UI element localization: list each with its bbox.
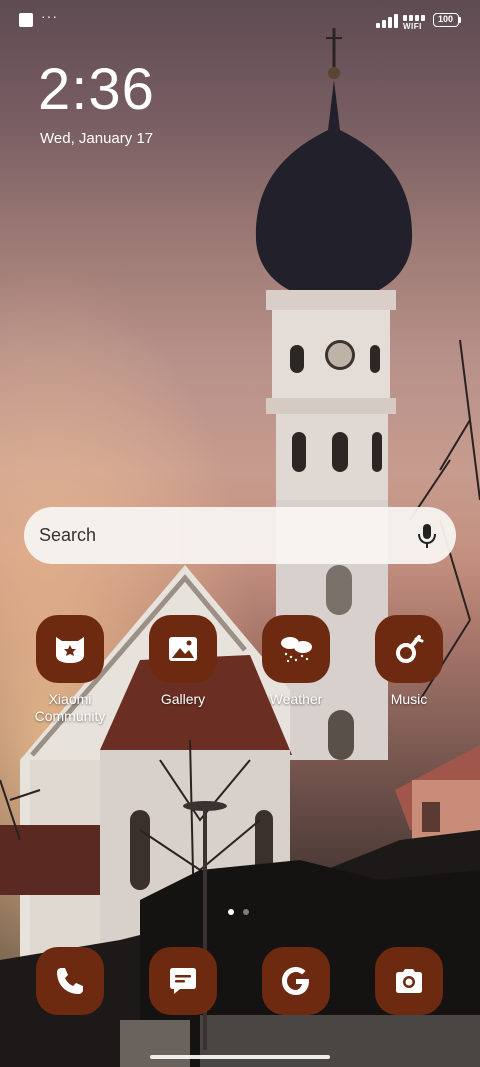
clock-date[interactable]: Wed, January 17 <box>40 130 153 147</box>
wifi-icon: WIFI <box>403 13 427 31</box>
search-placeholder: Search <box>39 525 97 545</box>
wifi-label: WIFI <box>403 22 422 31</box>
search-bar[interactable]: Search <box>24 507 456 564</box>
page-dot <box>243 909 249 915</box>
app-music[interactable]: Music <box>359 615 459 735</box>
music-icon <box>375 615 443 683</box>
app-label: Xiaomi Community <box>34 691 106 724</box>
battery-cap <box>459 17 461 23</box>
app-label: Music <box>390 691 428 707</box>
phone-icon <box>36 947 104 1015</box>
more-notifications-indicator: ··· <box>41 8 58 24</box>
app-xiaomi-community[interactable]: Xiaomi Community <box>20 615 120 735</box>
battery-level: 100 <box>437 14 454 24</box>
clock-time[interactable]: 2:36 <box>38 58 155 122</box>
page-indicator[interactable] <box>228 909 258 917</box>
dock-app-google[interactable] <box>246 947 346 1067</box>
dock-app-phone[interactable] <box>20 947 120 1067</box>
camera-icon <box>375 947 443 1015</box>
battery-icon: 100 <box>433 13 459 27</box>
messages-icon <box>149 947 217 1015</box>
app-weather[interactable]: Weather <box>246 615 346 735</box>
status-bar: ··· WIFI 100 <box>0 0 480 40</box>
weather-icon <box>262 615 330 683</box>
xiaomi-community-icon <box>36 615 104 683</box>
app-gallery[interactable]: Gallery <box>133 615 233 735</box>
dock-app-messages[interactable] <box>133 947 233 1067</box>
notification-icon <box>19 13 33 27</box>
app-label: Gallery <box>160 691 206 707</box>
google-icon <box>262 947 330 1015</box>
home-indicator[interactable] <box>150 1055 330 1059</box>
cellular-signal-icon <box>376 14 398 28</box>
dock-app-camera[interactable] <box>359 947 459 1067</box>
mic-icon[interactable] <box>416 522 438 550</box>
page-dot-active <box>228 909 234 915</box>
gallery-icon <box>149 615 217 683</box>
app-label: Weather <box>269 691 323 707</box>
